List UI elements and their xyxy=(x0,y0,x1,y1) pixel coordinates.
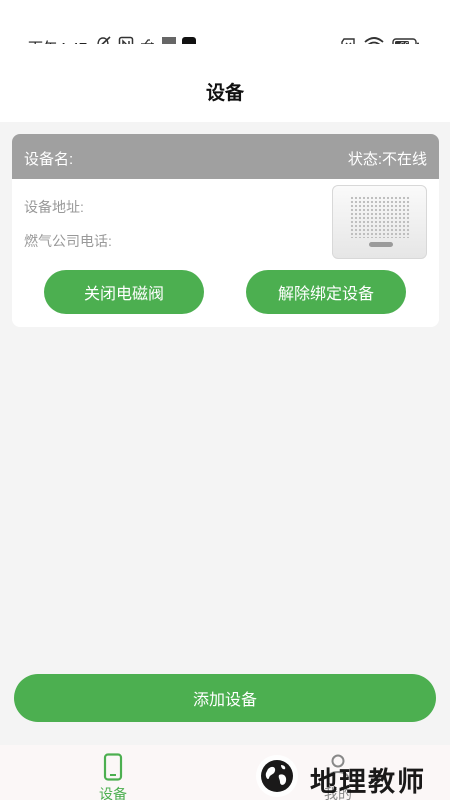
tab-devices[interactable]: 设备 xyxy=(53,745,173,800)
watermark-text: 地理教师 xyxy=(310,767,426,798)
title-bar: 设备 xyxy=(0,44,450,122)
device-slot xyxy=(369,242,393,247)
device-image xyxy=(332,185,427,259)
add-device-button[interactable]: 添加设备 xyxy=(14,674,436,722)
device-grille xyxy=(350,196,410,238)
close-valve-button[interactable]: 关闭电磁阀 xyxy=(44,270,204,314)
globe-icon xyxy=(256,755,298,797)
phone-icon xyxy=(103,753,123,781)
device-address-label: 设备地址: xyxy=(24,199,84,215)
watermark: 地理教师 xyxy=(240,748,445,800)
page-title: 设备 xyxy=(205,83,244,104)
tab-devices-label: 设备 xyxy=(99,786,127,800)
status-bar: 下午4:47 xyxy=(0,0,450,57)
device-card-header: 设备名: 状态:不在线 xyxy=(12,134,439,179)
device-card: 设备名: 状态:不在线 设备地址: 燃气公司电话: 关闭电磁阀 解除绑定设备 xyxy=(12,134,439,327)
gas-company-phone-label: 燃气公司电话: xyxy=(24,233,112,249)
device-name-label: 设备名: xyxy=(24,151,74,168)
device-status-label: 状态:不在线 xyxy=(347,151,427,168)
unbind-device-button[interactable]: 解除绑定设备 xyxy=(246,270,406,314)
